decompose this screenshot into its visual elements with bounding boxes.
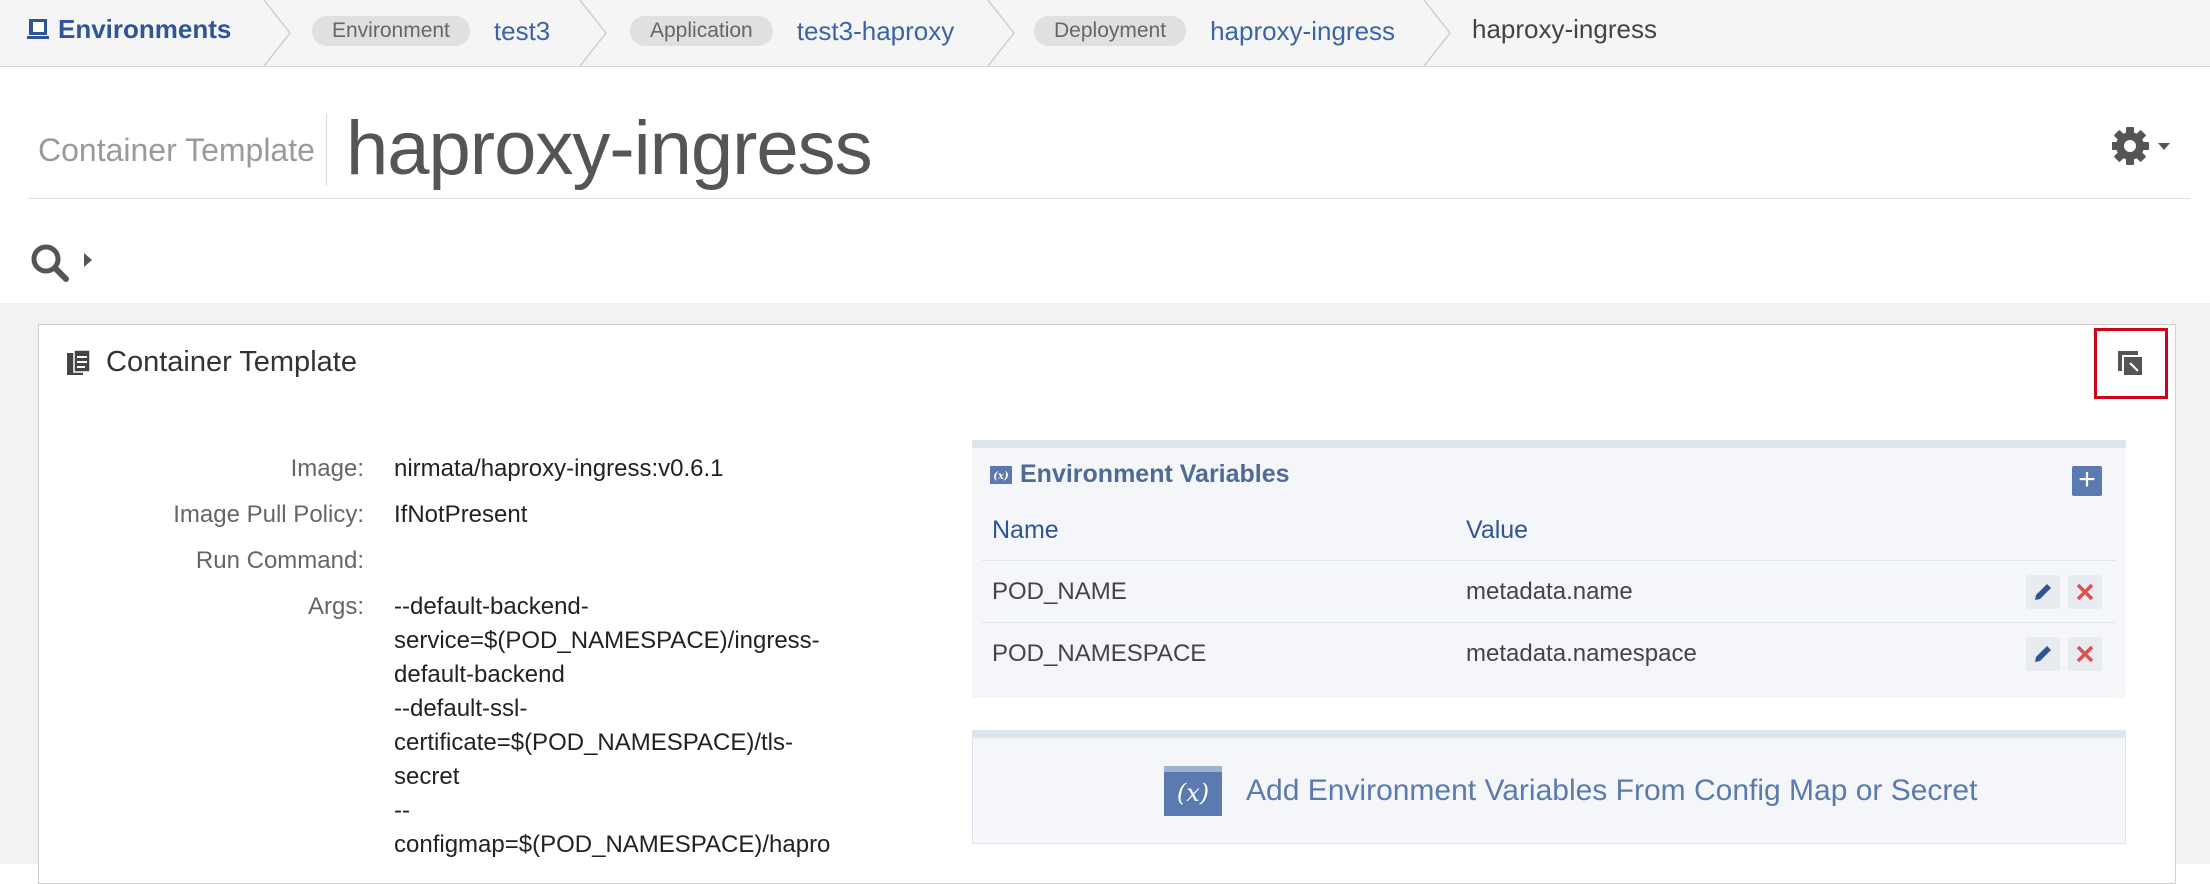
- pencil-icon: [2035, 584, 2051, 600]
- close-icon: [2076, 583, 2094, 601]
- env-vars-header: (x) Environment Variables: [990, 460, 1290, 489]
- copy-icon: [2118, 350, 2144, 377]
- settings-menu-button[interactable]: [2111, 126, 2176, 171]
- column-header-name: Name: [992, 516, 1059, 544]
- page-subtitle: Container Template: [38, 132, 315, 168]
- breadcrumb-link[interactable]: test3: [494, 16, 550, 47]
- caret-right-icon: [84, 253, 92, 267]
- field-value-args: --default-backend- service=$(POD_NAMESPA…: [394, 590, 834, 862]
- header-divider-line: [28, 198, 2190, 199]
- env-row-name: POD_NAMESPACE: [992, 640, 1207, 667]
- env-row-name: POD_NAME: [992, 578, 1127, 605]
- env-row-value: metadata.namespace: [1466, 640, 1697, 667]
- breadcrumb: Environments Environment test3 Applicati…: [0, 0, 2210, 67]
- variable-icon: (x): [990, 465, 1012, 484]
- args-line: secret: [394, 763, 460, 790]
- svg-text:(x): (x): [993, 471, 1009, 482]
- environments-icon: [27, 19, 49, 39]
- add-env-var-button[interactable]: +: [2072, 463, 2102, 496]
- field-value-image: nirmata/haproxy-ingress:v0.6.1: [394, 455, 724, 482]
- search-icon: [31, 244, 92, 282]
- delete-button[interactable]: [2068, 637, 2102, 671]
- config-map-content[interactable]: (x) Add Environment Variables From Confi…: [1164, 766, 1977, 816]
- env-vars-title: Environment Variables: [1020, 460, 1290, 488]
- field-label-args: Args:: [307, 593, 364, 620]
- copy-button[interactable]: [2094, 328, 2168, 399]
- caret-down-icon: [2158, 143, 2170, 150]
- field-label-run-command: Run Command:: [195, 547, 364, 574]
- field-label-pull-policy: Image Pull Policy:: [173, 501, 364, 528]
- gear-icon: [2111, 127, 2170, 165]
- breadcrumb-separator-icon: [987, 0, 1015, 66]
- breadcrumb-separator-icon: [579, 0, 607, 66]
- breadcrumb-type-badge: Environment: [312, 16, 470, 46]
- args-line: --default-backend-: [394, 593, 589, 620]
- breadcrumb-separator-icon: [1423, 0, 1451, 66]
- field-value-pull-policy: IfNotPresent: [394, 501, 528, 528]
- breadcrumb-separator-icon: [263, 0, 291, 66]
- args-line: service=$(POD_NAMESPACE)/ingress-: [394, 627, 820, 654]
- breadcrumb-root-label: Environments: [58, 13, 232, 44]
- close-icon: [2076, 645, 2094, 663]
- args-line: configmap=$(POD_NAMESPACE)/hapro: [394, 831, 831, 858]
- env-row-value: metadata.name: [1466, 578, 1633, 605]
- table-divider: [982, 560, 2116, 561]
- pencil-icon: [2035, 646, 2051, 662]
- breadcrumb-link[interactable]: test3-haproxy: [797, 16, 955, 47]
- breadcrumb-item-environment[interactable]: Environment test3: [312, 14, 550, 48]
- args-line: --: [394, 797, 410, 824]
- edit-button[interactable]: [2026, 637, 2060, 671]
- svg-text:(x): (x): [1177, 779, 1209, 807]
- args-line: default-backend: [394, 661, 565, 688]
- breadcrumb-type-badge: Deployment: [1034, 16, 1187, 46]
- column-header-value: Value: [1466, 516, 1529, 544]
- header-divider: [326, 114, 327, 186]
- breadcrumb-current: haproxy-ingress: [1472, 14, 1657, 44]
- breadcrumb-type-badge: Application: [630, 16, 773, 46]
- breadcrumb-item-application[interactable]: Application test3-haproxy: [630, 14, 954, 48]
- variable-icon: (x): [1164, 766, 1222, 816]
- args-line: --default-ssl-: [394, 695, 528, 722]
- plus-icon: +: [2078, 463, 2096, 496]
- document-icon: [67, 348, 91, 375]
- breadcrumb-link[interactable]: haproxy-ingress: [1210, 16, 1395, 47]
- args-line: certificate=$(POD_NAMESPACE)/tls-: [394, 729, 793, 756]
- edit-button[interactable]: [2026, 575, 2060, 609]
- config-map-label: Add Environment Variables From Config Ma…: [1246, 774, 1978, 807]
- panel-title: Container Template: [106, 346, 357, 378]
- search-toggle[interactable]: [30, 240, 100, 289]
- table-divider: [982, 622, 2116, 623]
- page-title: haproxy-ingress: [346, 106, 873, 191]
- field-label-image: Image:: [290, 455, 364, 482]
- breadcrumb-root[interactable]: Environments: [26, 14, 231, 44]
- breadcrumb-item-deployment[interactable]: Deployment haproxy-ingress: [1034, 14, 1395, 48]
- panel-header: Container Template: [66, 346, 357, 379]
- delete-button[interactable]: [2068, 575, 2102, 609]
